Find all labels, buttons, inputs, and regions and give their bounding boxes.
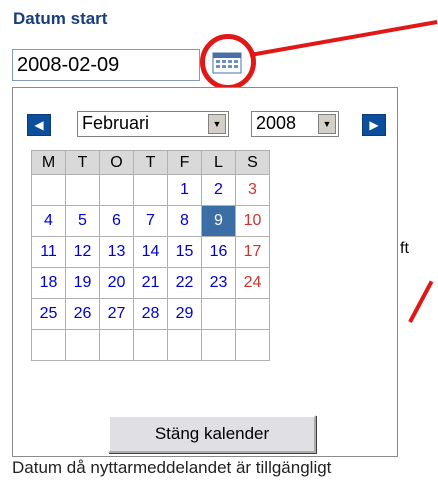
calendar-day[interactable]: 14 [133,236,168,268]
calendar-empty-cell [235,298,270,330]
chevron-left-icon: ◀ [34,118,44,132]
calendar-empty-cell [65,329,100,361]
calendar-day[interactable]: 1 [167,174,202,206]
calendar-grid: MTOTFLS 1 2 3 4 5 6 7 8 9 10 11 12 13 14 15 16 17 18 19 20 2… [31,150,270,361]
calendar-week-row: 18 19 20 21 22 23 24 [31,267,270,299]
background-text: ft [400,240,409,257]
calendar-day[interactable]: 13 [99,236,134,268]
calendar-day[interactable]: 5 [65,205,100,237]
calendar-day[interactable]: 7 [133,205,168,237]
calendar-week-row: 4 5 6 7 8 9 10 [31,205,270,237]
calendar-empty-cell [167,329,202,361]
chevron-down-icon: ▼ [318,114,336,134]
calendar-day[interactable]: 4 [31,205,66,237]
calendar-empty-cell [133,174,168,206]
calendar-day[interactable]: 11 [31,236,66,268]
weekday-header: O [99,150,134,175]
year-value: 2008 [256,113,297,133]
calendar-day[interactable]: 2 [201,174,236,206]
close-calendar-button[interactable]: Stäng kalender [108,415,316,453]
field-label: Datum start [13,9,108,28]
calendar-day[interactable]: 28 [133,298,168,330]
annotation-line-lower [408,280,434,323]
background-text-bottom: Datum då nyttarmeddelandet är tillgängli… [12,458,332,477]
calendar-day[interactable]: 8 [167,205,202,237]
calendar-day[interactable]: 21 [133,267,168,299]
calendar-day[interactable]: 25 [31,298,66,330]
calendar-day[interactable]: 10 [235,205,270,237]
calendar-week-row: 123 [31,174,270,206]
chevron-right-icon: ▶ [369,118,379,132]
weekday-header: L [201,150,236,175]
calendar-day[interactable]: 26 [65,298,100,330]
next-month-button[interactable]: ▶ [362,114,386,136]
calendar-day[interactable]: 12 [65,236,100,268]
weekday-header: S [235,150,270,175]
calendar-empty-cell [31,174,66,206]
calendar-icon[interactable] [212,52,242,74]
calendar-empty-cell [99,174,134,206]
calendar-day[interactable]: 19 [65,267,100,299]
calendar-day[interactable]: 15 [167,236,202,268]
prev-month-button[interactable]: ◀ [27,114,51,136]
calendar-day[interactable]: 9 [201,205,236,237]
chevron-down-icon: ▼ [208,114,226,134]
calendar-day[interactable]: 17 [235,236,270,268]
calendar-empty-cell [65,174,100,206]
calendar-week-row: 11 12 13 14 15 16 17 [31,236,270,268]
calendar-day[interactable]: 16 [201,236,236,268]
calendar-empty-cell [99,329,134,361]
weekday-header: F [167,150,202,175]
calendar-day[interactable]: 6 [99,205,134,237]
month-select[interactable]: Februari ▼ [77,111,229,137]
weekday-header: T [133,150,168,175]
calendar-day[interactable]: 24 [235,267,270,299]
calendar-day[interactable]: 29 [167,298,202,330]
calendar-empty-cell [235,329,270,361]
calendar-day[interactable]: 20 [99,267,134,299]
calendar-week-row: 25 26 27 28 29 [31,298,270,330]
calendar-day[interactable]: 22 [167,267,202,299]
weekday-header: T [65,150,100,175]
date-input[interactable] [12,49,200,81]
calendar-empty-cell [31,329,66,361]
year-select[interactable]: 2008 ▼ [251,111,339,137]
calendar-day[interactable]: 3 [235,174,270,206]
calendar-day[interactable]: 27 [99,298,134,330]
calendar-empty-cell [133,329,168,361]
weekday-header: M [31,150,66,175]
calendar-day[interactable]: 18 [31,267,66,299]
calendar-empty-cell [201,329,236,361]
calendar-day[interactable]: 23 [201,267,236,299]
annotation-line [249,20,438,57]
calendar-empty-cell [201,298,236,330]
month-value: Februari [82,113,150,133]
calendar-week-row [31,329,270,361]
